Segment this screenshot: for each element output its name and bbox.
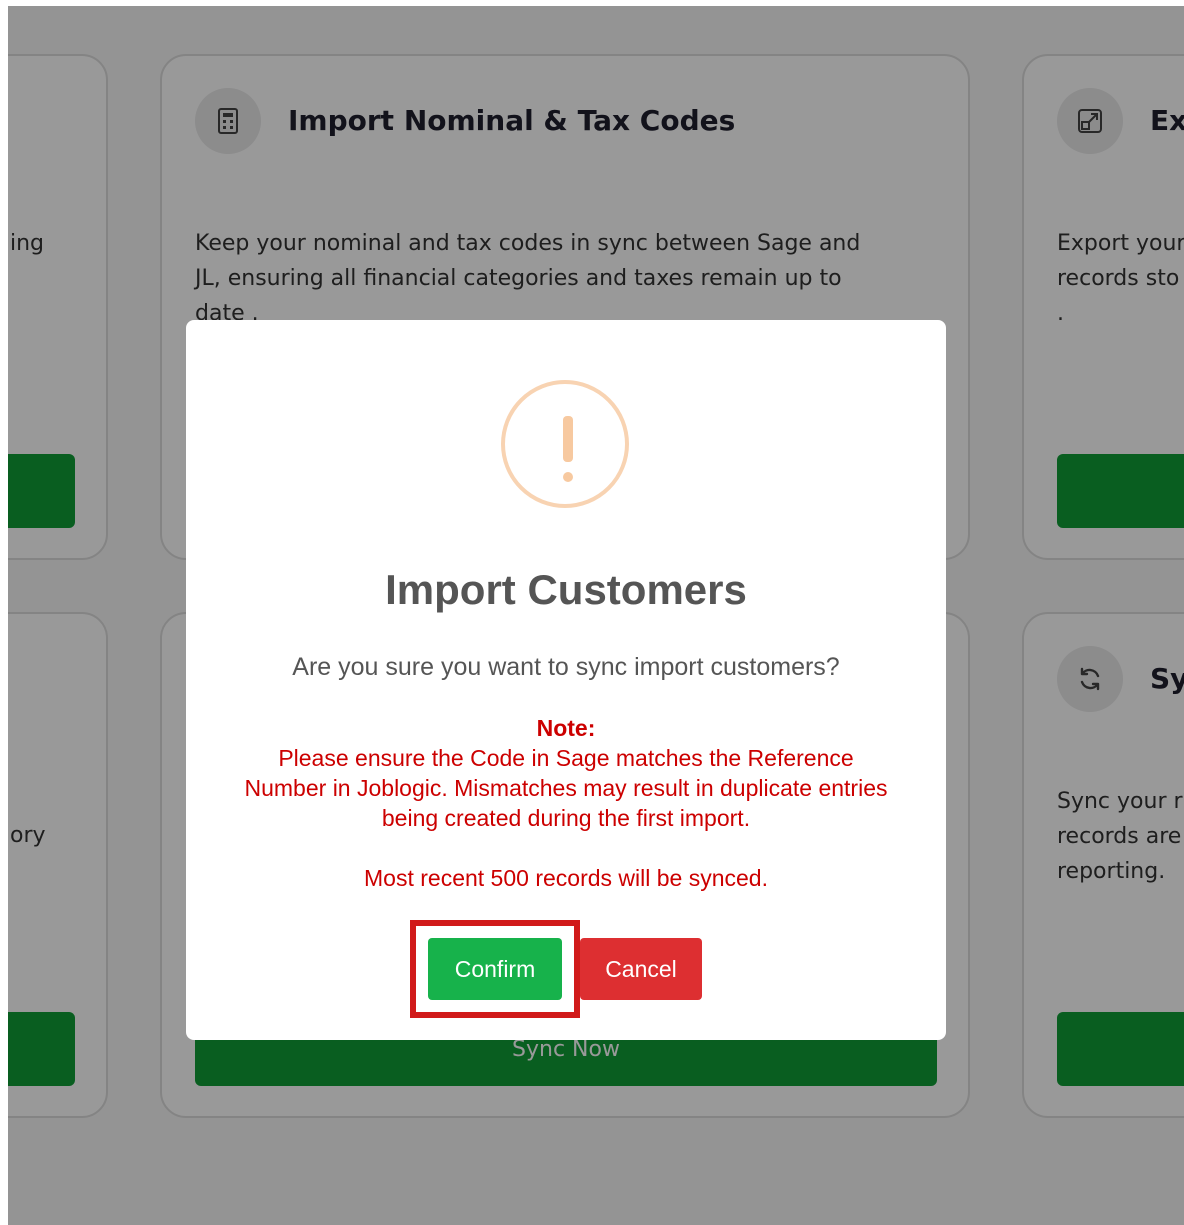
confirm-button[interactable]: Confirm bbox=[428, 938, 562, 1000]
note-line: being created during the first import. bbox=[381, 805, 751, 831]
warning-icon bbox=[501, 380, 629, 508]
dialog-note: Note: Please ensure the Code in Sage mat… bbox=[186, 713, 946, 833]
confirm-dialog: Import Customers Are you sure you want t… bbox=[186, 320, 946, 1040]
note-label: Note: bbox=[536, 715, 596, 741]
warning-icon-dot bbox=[563, 472, 573, 482]
integration-page: ing Import Nominal & Tax Codes Keep your… bbox=[8, 6, 1184, 1225]
records-notice: Most recent 500 records will be synced. bbox=[364, 865, 768, 891]
warning-icon-bar bbox=[563, 416, 573, 462]
note-line: Please ensure the Code in Sage matches t… bbox=[278, 745, 854, 771]
dialog-title: Import Customers bbox=[385, 566, 747, 613]
cancel-button[interactable]: Cancel bbox=[580, 938, 702, 1000]
note-line: Number in Joblogic. Mismatches may resul… bbox=[244, 775, 888, 801]
dialog-question: Are you sure you want to sync import cus… bbox=[292, 653, 840, 681]
